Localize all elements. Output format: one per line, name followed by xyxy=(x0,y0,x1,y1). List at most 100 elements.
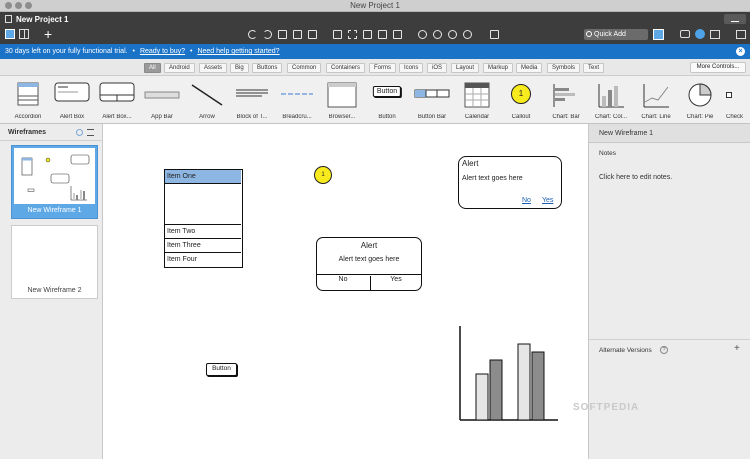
canvas-button[interactable]: Button xyxy=(206,363,237,376)
library-item-chart-pie[interactable]: Chart: Pie xyxy=(678,76,722,124)
lock-icon[interactable] xyxy=(363,30,372,39)
copy-icon[interactable] xyxy=(293,30,302,39)
library-item-app-bar[interactable]: App Bar xyxy=(140,76,184,124)
wireframe-canvas[interactable]: Item One Item Two Item Three Item Four 1… xyxy=(104,124,588,459)
pencil-icon xyxy=(731,16,739,22)
alert-text: Alert text goes here xyxy=(338,256,400,263)
add-wireframe-icon[interactable]: + xyxy=(44,26,52,42)
category-tab[interactable]: Common xyxy=(287,63,322,73)
alert-yes-button[interactable]: Yes xyxy=(370,276,421,290)
library-item-browser[interactable]: Browser... xyxy=(320,76,364,124)
category-tab[interactable]: Big xyxy=(230,63,249,73)
app-bar-thumb xyxy=(144,91,180,99)
chart-pie-thumb xyxy=(688,83,712,107)
list-view-icon[interactable] xyxy=(87,129,94,136)
library-item-arrow[interactable]: Arrow xyxy=(185,76,229,124)
category-tab[interactable]: Assets xyxy=(199,63,228,73)
wireframes-panel-header: Wireframes xyxy=(0,124,103,141)
refresh-icon[interactable] xyxy=(76,129,83,136)
notes-editor[interactable]: Click here to edit notes. xyxy=(599,174,672,181)
help-link[interactable]: Need help getting started? xyxy=(197,48,279,55)
wireframe-thumbnail[interactable]: New Wireframe 2 xyxy=(11,225,98,299)
chart-line-thumb xyxy=(643,84,669,108)
library-item-checkbox[interactable]: Check xyxy=(722,76,750,124)
alert-dialog[interactable]: Alert Alert text goes here No Yes xyxy=(316,237,422,291)
wireframe-thumbnail[interactable]: New Wireframe 1 xyxy=(11,145,98,219)
zoom-in-icon[interactable] xyxy=(433,30,442,39)
button-thumb: Button xyxy=(372,86,402,97)
column-chart[interactable] xyxy=(456,326,566,426)
bring-forward-icon[interactable] xyxy=(378,30,387,39)
library-item-button[interactable]: Button Button xyxy=(365,76,409,124)
category-tab[interactable]: iOS xyxy=(427,63,448,73)
category-tab[interactable]: Icons xyxy=(399,63,424,73)
library-item-calendar[interactable]: Calendar xyxy=(455,76,499,124)
comment-icon[interactable] xyxy=(680,30,690,38)
category-tab[interactable]: Buttons xyxy=(252,63,283,73)
group-icon[interactable] xyxy=(333,30,342,39)
alert-no-link[interactable]: No xyxy=(522,197,531,204)
category-tab[interactable]: All xyxy=(144,63,161,73)
add-version-button[interactable]: + xyxy=(734,343,740,354)
alert-box[interactable]: Alert Alert text goes here No Yes xyxy=(458,156,562,209)
zoom-fit-icon[interactable] xyxy=(463,30,472,39)
wireframe-label: New Wireframe 1 xyxy=(27,207,82,214)
category-tab[interactable]: Containers xyxy=(326,63,366,73)
main-toolbar: New Project 1 + Quick Add xyxy=(0,12,750,44)
library-item-accordion[interactable]: Accordion xyxy=(6,76,50,124)
library-item-callout[interactable]: 1 Callout xyxy=(499,76,543,124)
edit-mode-button[interactable] xyxy=(724,14,746,24)
library-item-block-of-text[interactable]: Block of T... xyxy=(230,76,274,124)
chart-bar xyxy=(517,343,531,421)
paste-icon[interactable] xyxy=(308,30,317,39)
category-tab[interactable]: Forms xyxy=(369,63,396,73)
duplicate-icon[interactable] xyxy=(278,30,287,39)
send-backward-icon[interactable] xyxy=(393,30,402,39)
category-tab[interactable]: Symbols xyxy=(547,63,581,73)
category-tab[interactable]: Markup xyxy=(483,63,514,73)
library-item-breadcrumbs[interactable]: Breadcru... xyxy=(275,76,319,124)
category-tab[interactable]: Media xyxy=(516,63,543,73)
undo-icon[interactable] xyxy=(248,30,257,39)
buy-link[interactable]: Ready to buy? xyxy=(140,48,185,55)
present-icon[interactable] xyxy=(736,30,746,39)
category-bar: All Android Assets Big Buttons Common Co… xyxy=(0,59,750,76)
library-item-chart-line[interactable]: Chart: Line xyxy=(634,76,678,124)
callout-badge[interactable]: 1 xyxy=(314,166,332,184)
zoom-actual-icon[interactable] xyxy=(448,30,457,39)
library-item-button-bar[interactable]: Button Bar xyxy=(410,76,454,124)
info-icon[interactable] xyxy=(695,29,705,39)
list-item[interactable]: Item Four xyxy=(165,252,241,266)
library-item-alert-box[interactable]: Alert Box xyxy=(50,76,94,124)
alert-yes-link[interactable]: Yes xyxy=(542,197,553,204)
trial-banner: 30 days left on your fully functional tr… xyxy=(0,44,750,59)
help-icon[interactable]: ? xyxy=(660,346,668,354)
category-tab[interactable]: Text xyxy=(583,63,605,73)
alternate-versions-label: Alternate Versions xyxy=(599,347,652,354)
close-banner-button[interactable]: × xyxy=(736,47,745,56)
wireframe-label: New Wireframe 2 xyxy=(27,287,82,294)
list-item[interactable]: Item Three xyxy=(165,238,241,252)
fullscreen-icon[interactable] xyxy=(710,30,720,39)
quick-add-input[interactable]: Quick Add xyxy=(584,29,648,40)
library-item-chart-column[interactable]: Chart: Col... xyxy=(589,76,633,124)
category-tab[interactable]: Layout xyxy=(451,63,480,73)
zoom-out-icon[interactable] xyxy=(418,30,427,39)
alert-text: Alert text goes here xyxy=(462,175,523,182)
wireframe-name[interactable]: New Wireframe 1 xyxy=(599,130,653,137)
list-item[interactable]: Item One xyxy=(165,170,241,184)
library-item-alert-box-2[interactable]: Alert Box... xyxy=(95,76,139,124)
grid-view-icon[interactable] xyxy=(19,29,29,39)
ungroup-icon[interactable] xyxy=(348,30,357,39)
single-view-icon[interactable] xyxy=(5,29,15,39)
properties-toggle-icon[interactable] xyxy=(653,29,664,40)
more-controls-button[interactable]: More Controls... xyxy=(690,62,746,73)
list-item[interactable]: Item Two xyxy=(165,224,241,238)
category-tab[interactable]: Android xyxy=(164,63,195,73)
project-name[interactable]: New Project 1 xyxy=(16,15,68,24)
library-item-chart-bar[interactable]: Chart: Bar xyxy=(544,76,588,124)
alert-no-button[interactable]: No xyxy=(317,276,369,283)
trash-icon[interactable] xyxy=(490,30,499,39)
list-widget[interactable]: Item One Item Two Item Three Item Four xyxy=(164,169,243,268)
redo-icon[interactable] xyxy=(263,30,272,39)
